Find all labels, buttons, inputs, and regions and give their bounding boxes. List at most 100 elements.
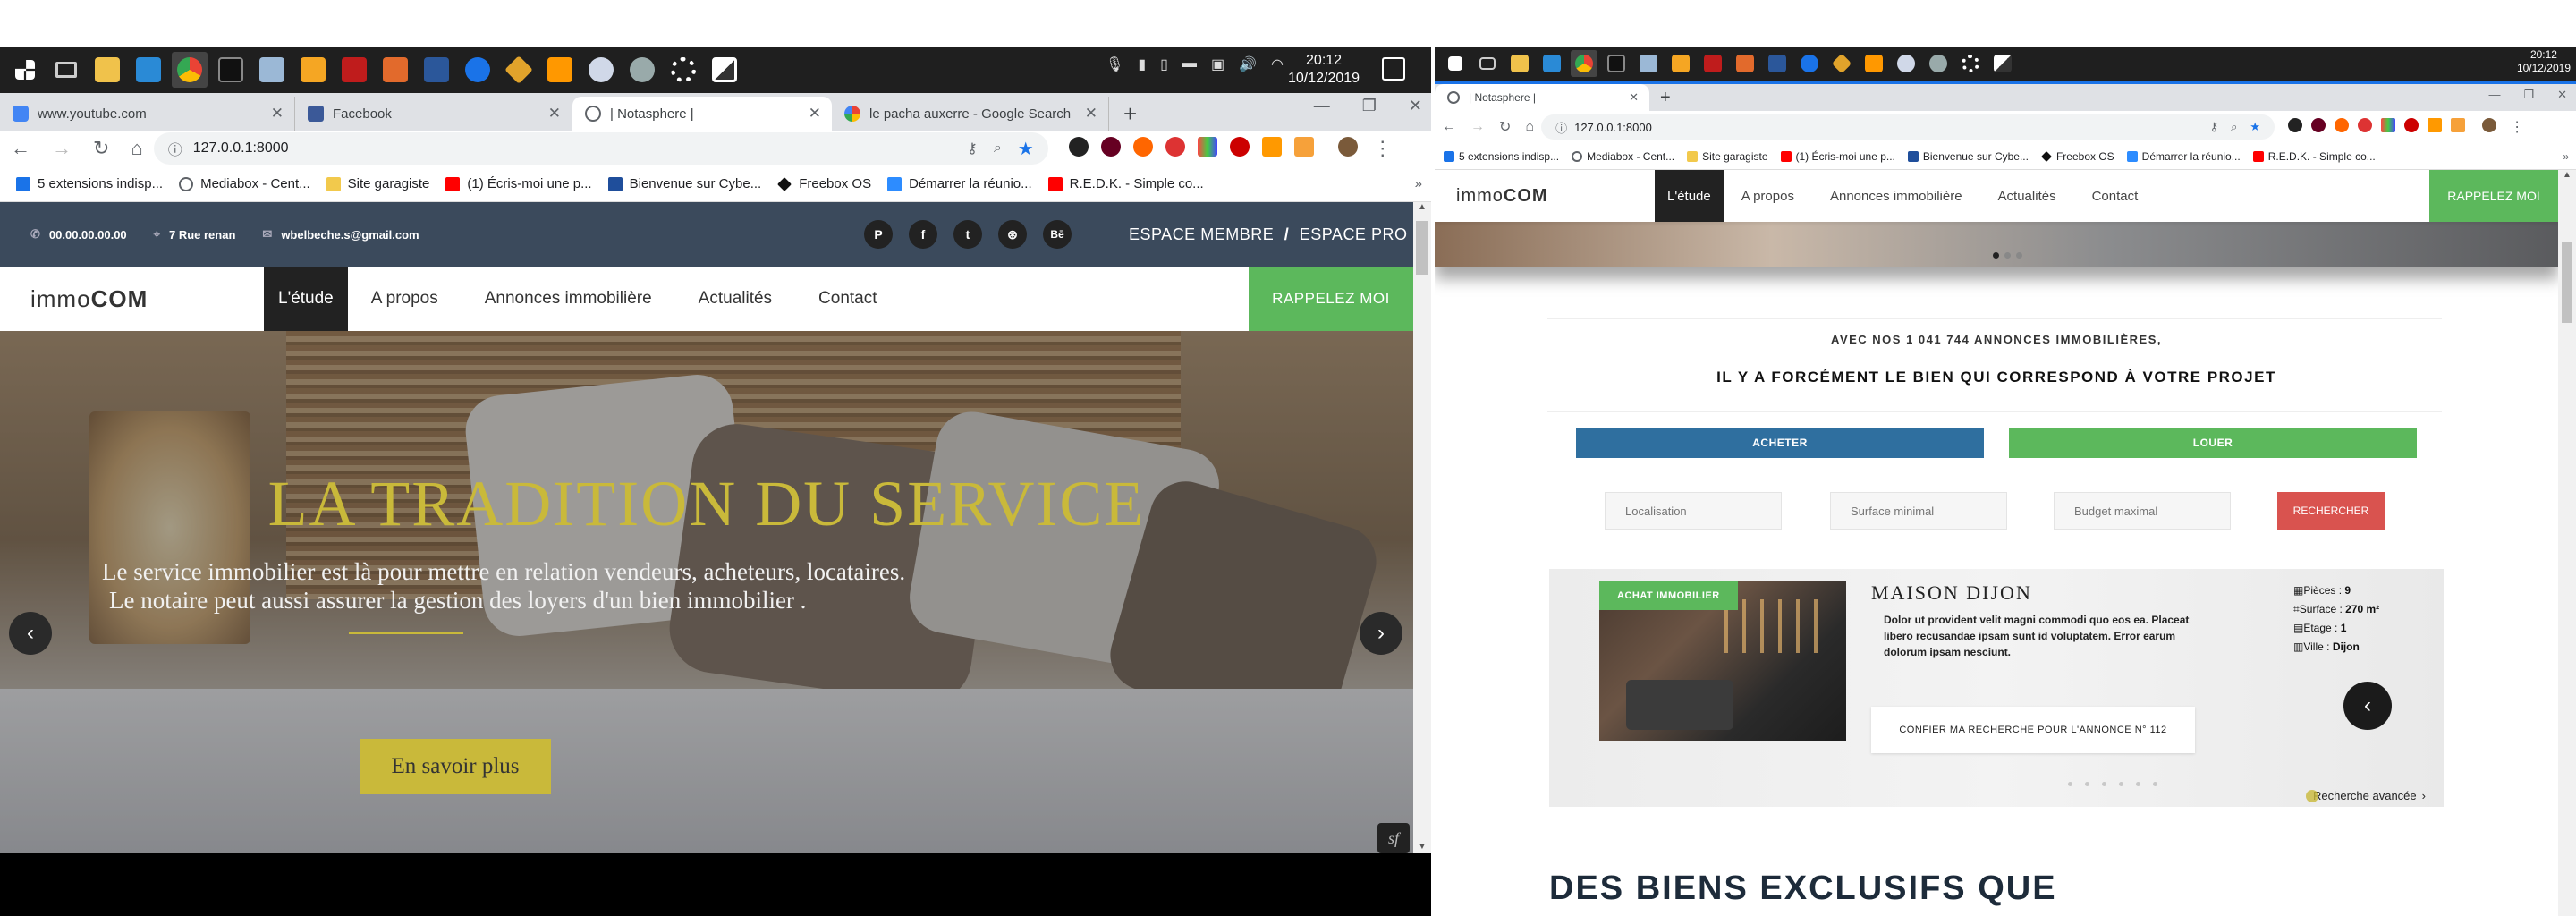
slider-dot[interactable] xyxy=(2004,252,2011,259)
rent-tab-button[interactable]: LOUER xyxy=(2009,428,2417,458)
zoom-icon[interactable]: ⌕ xyxy=(994,140,1002,157)
confirm-search-button[interactable]: CONFIER MA RECHERCHE POUR L'ANNONCE N° 1… xyxy=(1871,707,2195,753)
volume-icon[interactable]: 🔊 xyxy=(1239,55,1257,73)
facebook-icon[interactable]: f xyxy=(909,220,937,249)
bookmark-item[interactable]: R.E.D.K. - Simple co... xyxy=(1047,176,1204,191)
new-tab-button[interactable]: + xyxy=(1660,84,1671,111)
slider-next-button[interactable]: › xyxy=(1360,612,1402,655)
nav-item-annonces[interactable]: Annonces immobilière xyxy=(1812,189,1980,204)
vscode-icon[interactable] xyxy=(1538,50,1565,77)
nav-item-annonces[interactable]: Annonces immobilière xyxy=(462,289,675,309)
notification-icon[interactable] xyxy=(1382,57,1405,81)
callback-button[interactable]: RAPPELEZ MOI xyxy=(2429,170,2558,222)
budget-input[interactable] xyxy=(2054,492,2231,530)
site-logo[interactable]: immoCOM xyxy=(1456,186,1655,207)
bookmark-item[interactable]: Site garagiste xyxy=(1687,150,1768,163)
scrollbar-thumb[interactable] xyxy=(1416,221,1428,275)
scrollbar-thumb[interactable] xyxy=(2562,242,2572,323)
site-logo[interactable]: immoCOM xyxy=(30,285,264,313)
bookmark-item[interactable]: Freebox OS xyxy=(2041,150,2114,163)
settings-gear-icon[interactable] xyxy=(665,52,701,88)
close-tab-icon[interactable]: ✕ xyxy=(809,105,821,123)
bookmark-item[interactable]: (1) Écris-moi une p... xyxy=(445,176,592,191)
sublime-icon[interactable] xyxy=(1860,50,1887,77)
network-tool-icon[interactable] xyxy=(1925,50,1952,77)
ext-moon-icon[interactable] xyxy=(2288,118,2303,132)
edge-icon[interactable] xyxy=(1796,50,1823,77)
nav-item-actualites[interactable]: Actualités xyxy=(675,289,795,309)
photos-icon[interactable] xyxy=(707,52,742,88)
learn-more-button[interactable]: En savoir plus xyxy=(360,739,551,794)
pinterest-icon[interactable]: P xyxy=(864,220,893,249)
network-tool-icon[interactable] xyxy=(624,52,660,88)
slider-dot-active[interactable] xyxy=(1993,252,1999,259)
close-tab-icon[interactable]: ✕ xyxy=(548,105,561,123)
nav-item-etude[interactable]: L'étude xyxy=(1655,170,1724,222)
sublime-icon[interactable] xyxy=(542,52,578,88)
git-icon[interactable] xyxy=(501,52,537,88)
ext-color-icon[interactable] xyxy=(1197,137,1217,157)
paint-icon[interactable] xyxy=(1893,50,1919,77)
windows-start-icon[interactable] xyxy=(1442,50,1469,77)
espace-pro-link[interactable]: ESPACE PRO xyxy=(1300,225,1408,243)
listing-dot[interactable] xyxy=(2102,782,2106,786)
vscode-icon[interactable] xyxy=(131,52,166,88)
bookmark-star-icon[interactable]: ★ xyxy=(2250,120,2260,134)
forward-icon[interactable]: → xyxy=(1470,119,1485,135)
word-icon[interactable] xyxy=(1764,50,1791,77)
left-scrollbar[interactable]: ▲ ▼ xyxy=(1413,202,1431,853)
terminal-icon[interactable] xyxy=(213,52,249,88)
wifi-icon[interactable]: ◠ xyxy=(1271,55,1284,73)
filezilla-icon[interactable] xyxy=(336,52,372,88)
close-tab-icon[interactable]: ✕ xyxy=(1085,105,1097,123)
more-bookmarks-icon[interactable]: » xyxy=(1415,176,1422,191)
usb-icon[interactable]: ▮ xyxy=(1138,55,1146,73)
dribbble-icon[interactable]: ⊛ xyxy=(998,220,1027,249)
listing-prev-button[interactable]: ‹ xyxy=(2343,682,2392,730)
maximize-icon[interactable]: ❐ xyxy=(1362,97,1377,115)
advanced-search-link[interactable]: Recherche avancée › xyxy=(2306,789,2426,802)
surface-input[interactable] xyxy=(1830,492,2007,530)
media-icon[interactable] xyxy=(295,52,331,88)
ext-layers-icon[interactable] xyxy=(1293,137,1314,157)
ext-orange-icon[interactable] xyxy=(2334,118,2350,132)
filezilla-icon[interactable] xyxy=(1699,50,1726,77)
behance-icon[interactable]: Bē xyxy=(1043,220,1072,249)
chrome-icon[interactable] xyxy=(172,52,208,88)
bookmark-item[interactable]: Site garagiste xyxy=(326,176,429,191)
profile-avatar[interactable] xyxy=(2482,118,2497,132)
info-icon[interactable]: ⓘ xyxy=(1555,119,1567,136)
symfony-toolbar-icon[interactable]: sf xyxy=(1377,823,1410,853)
maximize-icon[interactable]: ❐ xyxy=(2523,88,2534,102)
bookmark-item[interactable]: Mediabox - Cent... xyxy=(179,176,310,191)
new-tab-button[interactable]: + xyxy=(1123,97,1137,131)
key-icon[interactable]: ⚷ xyxy=(967,140,978,157)
taskbar-clock[interactable]: 20:12 10/12/2019 xyxy=(2517,48,2571,75)
close-tab-icon[interactable]: ✕ xyxy=(271,105,284,123)
zoom-icon[interactable]: ⌕ xyxy=(2231,120,2237,134)
listing-dot[interactable] xyxy=(2085,782,2089,786)
nav-item-actualites[interactable]: Actualités xyxy=(1980,189,2074,204)
nav-item-apropos[interactable]: A propos xyxy=(348,289,462,309)
tablet-icon[interactable] xyxy=(1635,50,1662,77)
bookmark-star-icon[interactable]: ★ xyxy=(1018,138,1034,160)
ext-square-icon[interactable] xyxy=(2428,118,2443,132)
profile-avatar[interactable] xyxy=(1337,137,1358,157)
info-icon[interactable]: ⓘ xyxy=(168,138,182,159)
home-icon[interactable]: ⌂ xyxy=(1525,119,1534,135)
listing-title[interactable]: MAISON DIJON xyxy=(1871,581,2032,605)
task-view-icon[interactable] xyxy=(1474,50,1501,77)
twitter-icon[interactable]: t xyxy=(953,220,982,249)
ext-square-icon[interactable] xyxy=(1261,137,1282,157)
reload-icon[interactable]: ↻ xyxy=(93,137,109,160)
nav-item-apropos[interactable]: A propos xyxy=(1724,189,1812,204)
bookmark-item[interactable]: (1) Écris-moi une p... xyxy=(1780,150,1895,163)
bookmark-item[interactable]: Mediabox - Cent... xyxy=(1572,150,1674,163)
tab-notasphere[interactable]: | Notasphere | ✕ xyxy=(1435,84,1649,111)
bookmark-item[interactable]: R.E.D.K. - Simple co... xyxy=(2252,150,2376,163)
nav-item-contact[interactable]: Contact xyxy=(795,289,900,309)
bookmark-item[interactable]: 5 extensions indisp... xyxy=(1444,150,1559,163)
bookmark-item[interactable]: 5 extensions indisp... xyxy=(16,176,163,191)
home-icon[interactable]: ⌂ xyxy=(131,137,142,160)
ext-pin-icon[interactable] xyxy=(1165,137,1185,157)
